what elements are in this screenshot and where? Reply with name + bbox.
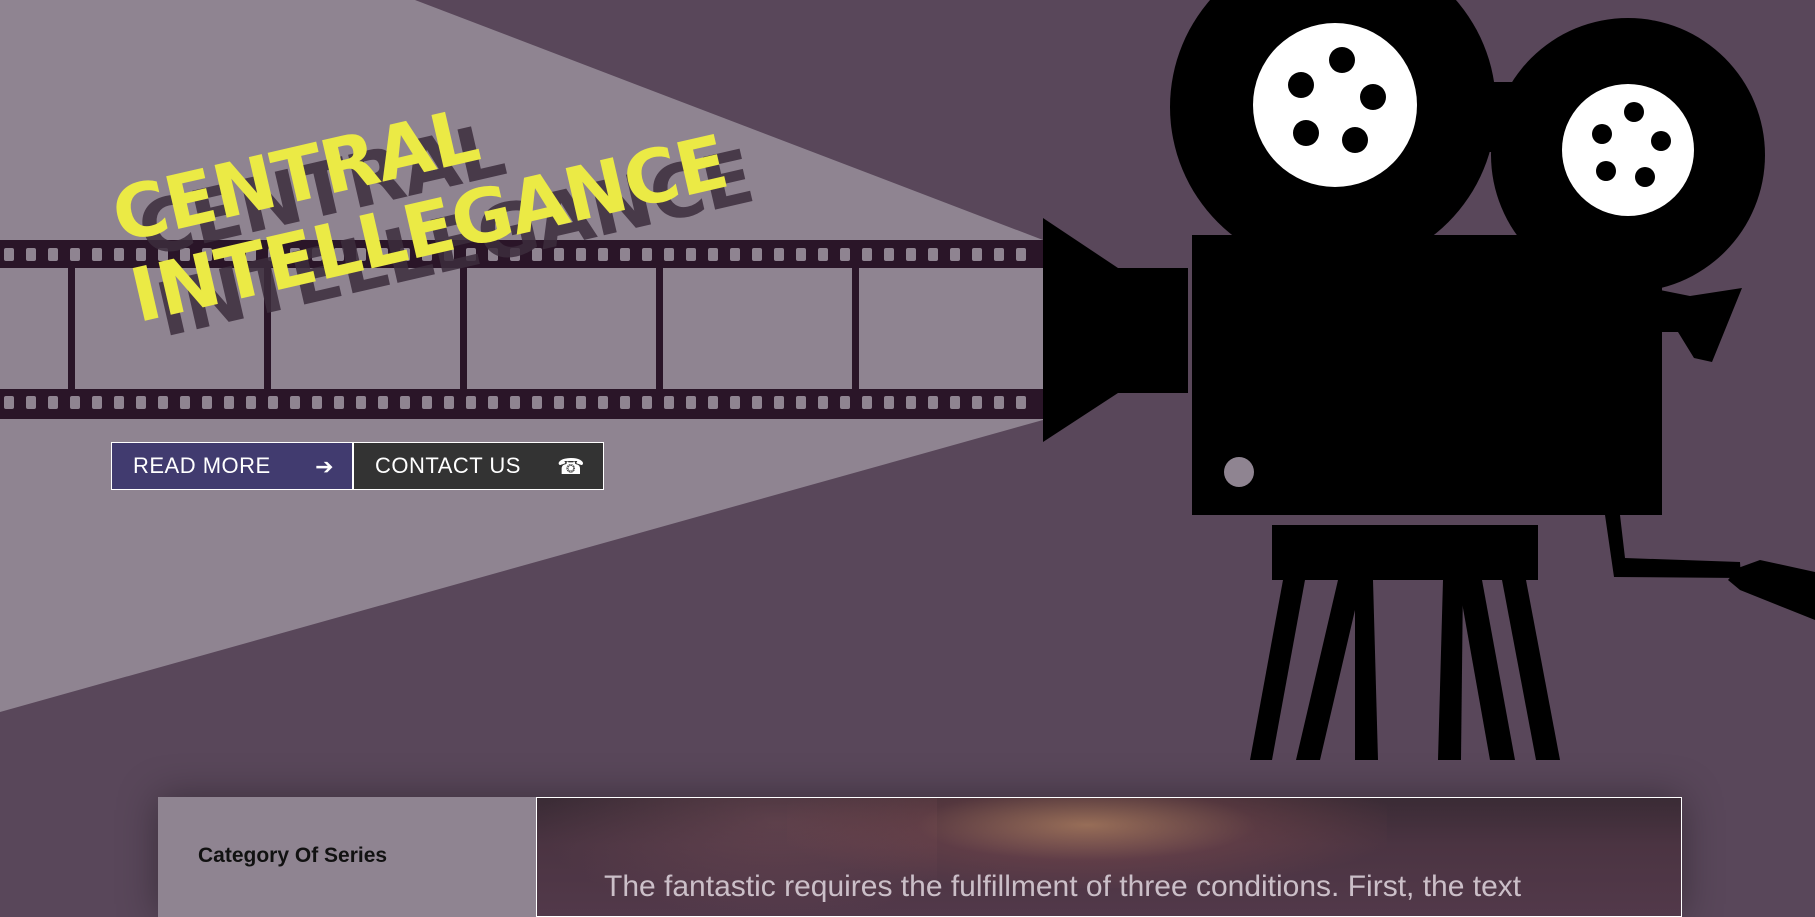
- contact-us-label: CONTACT US: [375, 453, 521, 478]
- category-sidebar: Category Of Series: [158, 797, 536, 917]
- read-more-label: READ MORE: [133, 453, 271, 478]
- arrow-right-icon: ➔: [315, 454, 334, 479]
- sidebar-title: Category Of Series: [198, 844, 388, 867]
- phone-icon: ☎: [557, 454, 585, 479]
- contact-us-button[interactable]: CONTACT US ☎: [353, 442, 604, 490]
- hero-section: CENTRAL INTELLEGANCE READ MORE ➔ CONTACT…: [0, 0, 1815, 907]
- series-section: Category Of Series The fantastic require…: [158, 797, 1682, 917]
- feature-text: The fantastic requires the fulfillment o…: [604, 870, 1522, 903]
- film-camera-icon: [1043, 0, 1815, 760]
- read-more-button[interactable]: READ MORE ➔: [111, 442, 353, 490]
- feature-banner: The fantastic requires the fulfillment o…: [536, 797, 1682, 917]
